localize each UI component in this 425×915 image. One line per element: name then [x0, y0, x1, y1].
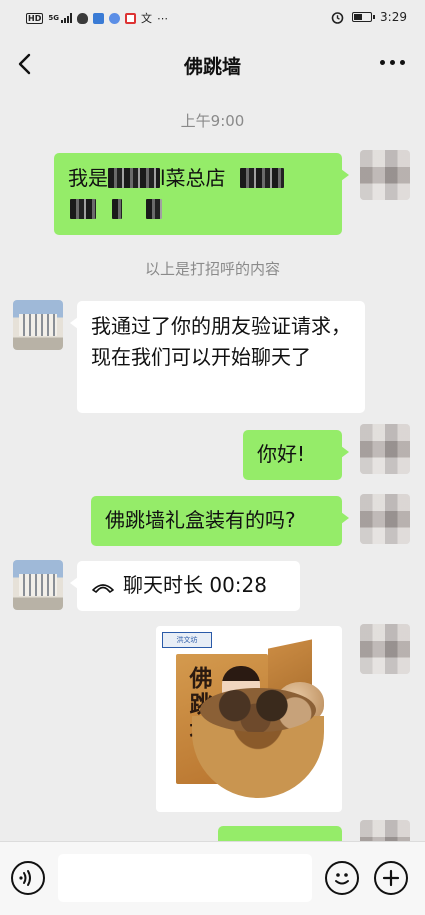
redacted-text: [239, 168, 284, 188]
chat-title: 佛跳墙: [183, 56, 241, 78]
message-input[interactable]: [58, 854, 312, 902]
message-bubble-question[interactable]: 佛跳墙礼盒装有的吗?: [91, 496, 349, 546]
call-duration: 聊天时长 00:28: [123, 573, 267, 597]
battery-icon: [352, 12, 376, 22]
browser-icon: [108, 12, 120, 24]
hd-badge: HD: [26, 12, 44, 24]
more-dots-icon[interactable]: [380, 60, 405, 65]
redacted-text: [146, 199, 162, 219]
soup-contents: [200, 688, 316, 732]
clock: 3:29: [380, 10, 407, 24]
brand-logo: 洪文坊: [162, 632, 212, 648]
my-avatar[interactable]: [360, 624, 410, 674]
redacted-text: [108, 168, 160, 188]
contact-avatar[interactable]: [13, 300, 63, 350]
product-image-message[interactable]: 洪文坊 佛跳墙: [156, 626, 342, 812]
emoji-icon[interactable]: [325, 861, 359, 895]
message-bubble-call[interactable]: 聊天时长 00:28: [70, 561, 300, 611]
app-icon-red: [124, 12, 136, 24]
redacted-text: [112, 199, 122, 219]
app-icon-blue: [92, 12, 104, 24]
network-type: 5G: [48, 14, 59, 22]
message-text-start: 我是: [68, 166, 108, 190]
system-note: 以上是打招呼的内容: [144, 260, 280, 278]
input-bar: [0, 841, 425, 915]
voice-icon[interactable]: [11, 861, 45, 895]
translate-icon: 文: [140, 12, 152, 25]
signal-icon: [60, 13, 72, 23]
status-bar: HD 5G 文 ⋯ 3:29: [0, 0, 425, 36]
my-avatar[interactable]: [360, 150, 410, 200]
contact-avatar[interactable]: [13, 560, 63, 610]
alarm-icon: [331, 11, 344, 24]
my-avatar[interactable]: [360, 424, 410, 474]
message-bubble-greeting[interactable]: 我是 l菜总店: [54, 153, 349, 235]
status-left: HD 5G 文 ⋯: [26, 10, 168, 26]
phone-icon: [92, 584, 114, 593]
message-bubble-hello[interactable]: 你好!: [243, 430, 349, 480]
message-text: 我通过了你的朋友验证请求，现在我们可以开始聊天了: [91, 314, 351, 369]
plus-icon[interactable]: [374, 861, 408, 895]
message-text: 你好!: [257, 442, 306, 466]
message-text-mid: l菜总店: [160, 166, 226, 190]
status-right: 3:29: [331, 10, 407, 24]
chat-timestamp: 上午9:00: [180, 112, 245, 130]
message-text: 佛跳墙礼盒装有的吗?: [105, 508, 296, 532]
shield-icon: [76, 12, 88, 24]
chat-header: 佛跳墙: [0, 36, 425, 92]
message-bubble-friend-added[interactable]: 我通过了你的朋友验证请求，现在我们可以开始聊天了: [70, 301, 365, 413]
more-notifications-icon: ⋯: [156, 11, 168, 25]
my-avatar[interactable]: [360, 494, 410, 544]
redacted-text: [70, 199, 96, 219]
